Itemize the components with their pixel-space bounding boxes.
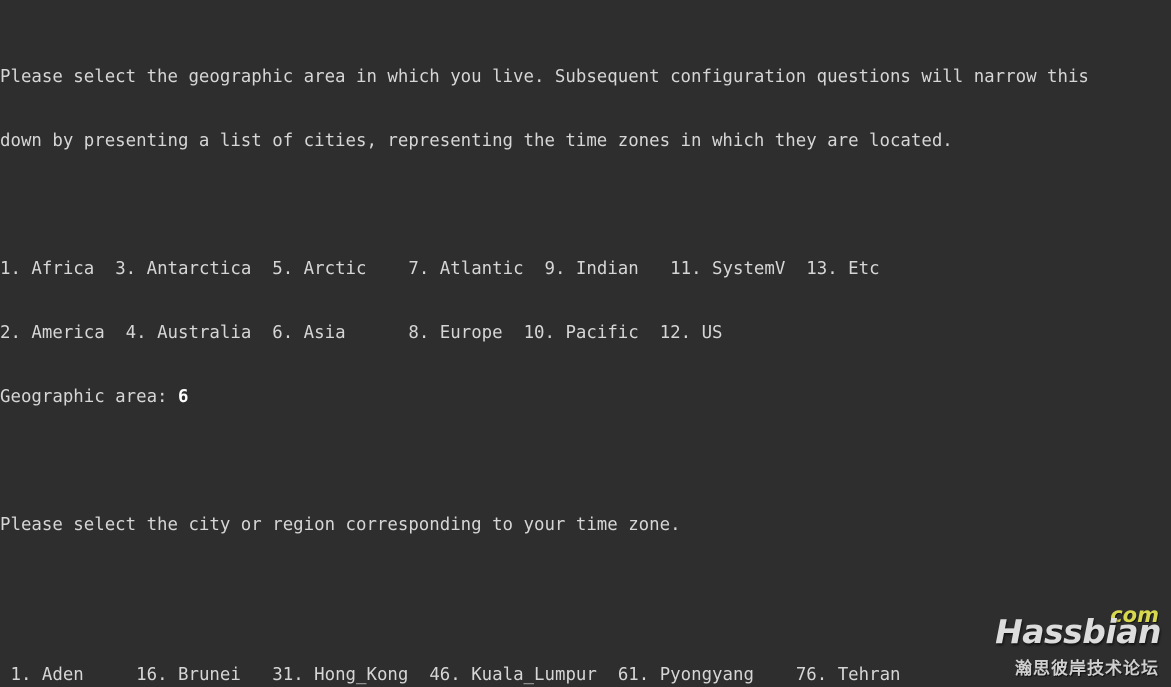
area-option-5[interactable]: 5. Arctic	[272, 259, 366, 279]
area-option-13[interactable]: 13. Etc	[806, 259, 879, 279]
geographic-area-prompt[interactable]: Geographic area: 6	[0, 387, 1171, 408]
area-option-10[interactable]: 10. Pacific	[524, 323, 639, 343]
geographic-area-value[interactable]: 6	[178, 387, 188, 407]
area-option-3[interactable]: 3. Antarctica	[115, 259, 251, 279]
terminal-screen: Please select the geographic area in whi…	[0, 3, 1171, 687]
city-option[interactable]: 16. Brunei	[136, 665, 241, 685]
area-option-2[interactable]: 2. America	[0, 323, 105, 343]
area-option-11[interactable]: 11. SystemV	[670, 259, 785, 279]
area-option-9[interactable]: 9. Indian	[545, 259, 639, 279]
city-option[interactable]: 61. Pyongyang	[618, 665, 754, 685]
area-option-12[interactable]: 12. US	[660, 323, 723, 343]
area-option-8[interactable]: 8. Europe	[408, 323, 502, 343]
area-option-6[interactable]: 6. Asia	[272, 323, 345, 343]
area-options-row-1[interactable]: 1. Africa 3. Antarctica 5. Arctic 7. Atl…	[0, 259, 1171, 280]
city-option[interactable]: 1. Aden	[0, 665, 83, 685]
area-option-1[interactable]: 1. Africa	[0, 259, 94, 279]
area-option-4[interactable]: 4. Australia	[126, 323, 252, 343]
area-intro-line-2: down by presenting a list of cities, rep…	[0, 131, 953, 152]
city-intro-line: Please select the city or region corresp…	[0, 515, 681, 536]
area-options-row-2[interactable]: 2. America 4. Australia 6. Asia 8. Europ…	[0, 323, 1171, 344]
terminal-window[interactable]: Please select the geographic area in whi…	[0, 0, 1171, 687]
city-option[interactable]: 76. Tehran	[796, 665, 901, 685]
area-intro-line-1: Please select the geographic area in whi…	[0, 67, 1089, 88]
city-row[interactable]: 1. Aden 16. Brunei 31. Hong_Kong 46. Kua…	[0, 665, 1171, 686]
city-option[interactable]: 46. Kuala_Lumpur	[429, 665, 597, 685]
area-option-7[interactable]: 7. Atlantic	[408, 259, 523, 279]
city-option[interactable]: 31. Hong_Kong	[272, 665, 408, 685]
geographic-area-label: Geographic area:	[0, 387, 178, 408]
